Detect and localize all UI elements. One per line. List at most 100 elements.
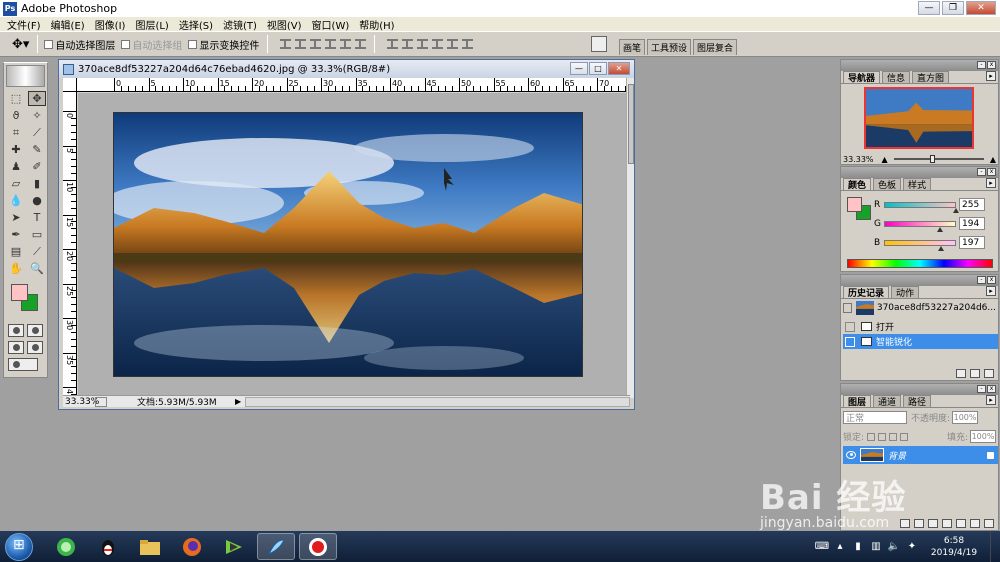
type-tool-icon[interactable]: T xyxy=(28,210,46,225)
status-menu-arrow-icon[interactable]: ▶ xyxy=(235,397,241,406)
keyboard-icon[interactable]: ⌨ xyxy=(815,541,829,553)
show-desktop-button[interactable] xyxy=(990,531,1000,562)
lock-all-icon[interactable] xyxy=(900,432,909,441)
new-layer-icon[interactable] xyxy=(970,519,980,528)
taskbar-360-icon[interactable] xyxy=(47,533,85,560)
distribute-bottom-icon[interactable] xyxy=(417,39,429,49)
link-layers-icon[interactable] xyxy=(900,519,910,528)
blue-slider[interactable] xyxy=(884,239,956,251)
zoom-level[interactable]: 33.33% xyxy=(63,397,99,407)
shape-tool-icon[interactable]: ▭ xyxy=(28,227,46,242)
screen-mode-full-icon[interactable] xyxy=(27,341,43,354)
zoom-tool-icon[interactable]: 🔍 xyxy=(28,261,46,276)
lock-position-icon[interactable] xyxy=(889,432,898,441)
green-slider[interactable] xyxy=(884,220,956,232)
dodge-tool-icon[interactable]: ● xyxy=(28,193,46,208)
align-vcenter-icon[interactable] xyxy=(295,39,307,49)
color-spectrum-bar[interactable] xyxy=(847,259,993,268)
slider-knob[interactable] xyxy=(929,155,935,163)
fill-input[interactable]: 100% xyxy=(970,430,996,443)
palette-close-icon[interactable]: x xyxy=(987,276,996,284)
align-hcenter-icon[interactable] xyxy=(340,39,352,49)
taskbar-photoshop-icon[interactable] xyxy=(257,533,295,560)
document-horizontal-scrollbar[interactable] xyxy=(245,396,630,407)
network-icon[interactable]: ▥ xyxy=(870,541,882,553)
tab-color[interactable]: 颜色 xyxy=(843,178,872,191)
lock-transparency-icon[interactable] xyxy=(867,432,876,441)
canvas-area[interactable] xyxy=(78,93,627,397)
history-snapshot[interactable]: 370ace8df53227a204d6... xyxy=(843,300,996,316)
screen-mode-standard-icon[interactable] xyxy=(8,341,24,354)
distribute-vcenter-icon[interactable] xyxy=(402,39,414,49)
zoom-in-icon[interactable]: ▲ xyxy=(990,155,996,164)
path-selection-tool-icon[interactable]: ➤ xyxy=(7,210,25,225)
doc-minimize-button[interactable]: — xyxy=(570,62,588,75)
palette-menu-icon[interactable]: ▸ xyxy=(986,71,996,81)
distribute-top-icon[interactable] xyxy=(387,39,399,49)
align-left-icon[interactable] xyxy=(325,39,337,49)
navigator-zoom[interactable]: 33.33% xyxy=(843,155,874,164)
document-titlebar[interactable]: 370ace8df53227a204d64c76ebad4620.jpg @ 3… xyxy=(59,60,634,78)
taskbar-explorer-icon[interactable] xyxy=(131,533,169,560)
green-slider-thumb[interactable] xyxy=(937,226,943,232)
gradient-tool-icon[interactable]: ▮ xyxy=(28,176,46,191)
tab-history[interactable]: 历史记录 xyxy=(843,286,890,299)
well-tab-layer-comps[interactable]: 图层复合 xyxy=(693,39,738,55)
palette-minimize-icon[interactable]: - xyxy=(977,61,986,69)
menu-file[interactable]: 文件(F) xyxy=(2,17,46,32)
palette-header[interactable]: - x xyxy=(841,275,998,286)
palette-header[interactable]: - x xyxy=(841,60,998,71)
distribute-left-icon[interactable] xyxy=(432,39,444,49)
minimize-button[interactable]: — xyxy=(918,1,940,15)
history-item[interactable]: 打开 xyxy=(843,319,998,334)
auto-select-group-checkbox[interactable]: 自动选择组 xyxy=(121,37,182,52)
green-value-input[interactable]: 194 xyxy=(959,217,985,230)
tab-channels[interactable]: 通道 xyxy=(873,395,902,408)
clone-stamp-tool-icon[interactable]: ♟ xyxy=(7,159,25,174)
restore-button[interactable]: ❐ xyxy=(942,1,964,15)
auto-select-layer-checkbox[interactable]: 自动选择图层 xyxy=(44,37,115,52)
navigator-mini-icon[interactable] xyxy=(95,396,107,407)
move-tool-icon[interactable]: ✥ xyxy=(28,91,46,106)
close-button[interactable]: ✕ xyxy=(966,1,996,15)
red-slider-thumb[interactable] xyxy=(953,207,959,213)
quickmask-mode-icon[interactable] xyxy=(27,324,43,337)
blue-slider-thumb[interactable] xyxy=(938,245,944,251)
show-transform-controls-checkbox[interactable]: 显示变换控件 xyxy=(188,37,259,52)
crop-tool-icon[interactable]: ⌗ xyxy=(7,125,25,140)
pen-tool-icon[interactable]: ✒ xyxy=(7,227,25,242)
blue-value-input[interactable]: 197 xyxy=(959,236,985,249)
doc-maximize-button[interactable]: □ xyxy=(589,62,607,75)
eraser-tool-icon[interactable]: ▱ xyxy=(7,176,25,191)
navigator-thumbnail[interactable] xyxy=(864,87,974,149)
well-tab-tool-presets[interactable]: 工具预设 xyxy=(647,39,692,55)
magic-wand-tool-icon[interactable]: ✧ xyxy=(28,108,46,123)
tab-layers[interactable]: 图层 xyxy=(843,395,872,408)
marquee-tool-icon[interactable]: ⬚ xyxy=(7,91,25,106)
palette-minimize-icon[interactable]: - xyxy=(977,385,986,393)
new-snapshot-icon[interactable] xyxy=(970,369,980,378)
slice-tool-icon[interactable]: ⟋ xyxy=(28,125,46,140)
blend-mode-dropdown[interactable]: 正常 xyxy=(843,410,907,424)
menu-view[interactable]: 视图(V) xyxy=(262,17,307,32)
adjustment-layer-icon[interactable] xyxy=(956,519,966,528)
palette-menu-icon[interactable]: ▸ xyxy=(986,286,996,296)
tab-histogram[interactable]: 直方图 xyxy=(912,71,950,84)
opacity-input[interactable]: 100% xyxy=(952,410,979,424)
palette-minimize-icon[interactable]: - xyxy=(977,276,986,284)
menu-edit[interactable]: 编辑(E) xyxy=(46,17,90,32)
imageready-icon[interactable] xyxy=(8,358,38,371)
palette-close-icon[interactable]: x xyxy=(987,61,996,69)
history-brush-checkbox[interactable] xyxy=(845,321,855,332)
eyedropper-tool-icon[interactable]: ⟋ xyxy=(28,244,46,259)
menu-select[interactable]: 选择(S) xyxy=(174,17,218,32)
move-tool-preset-icon[interactable]: ✥▾ xyxy=(12,37,29,52)
taskbar-qq-icon[interactable] xyxy=(89,533,127,560)
palette-close-icon[interactable]: x xyxy=(987,385,996,393)
layer-style-icon[interactable] xyxy=(914,519,924,528)
palette-header[interactable]: - x xyxy=(841,384,998,395)
history-brush-checkbox[interactable] xyxy=(845,336,855,347)
taskbar-media-icon[interactable] xyxy=(215,533,253,560)
align-bottom-icon[interactable] xyxy=(310,39,322,49)
palette-menu-icon[interactable]: ▸ xyxy=(986,395,996,405)
